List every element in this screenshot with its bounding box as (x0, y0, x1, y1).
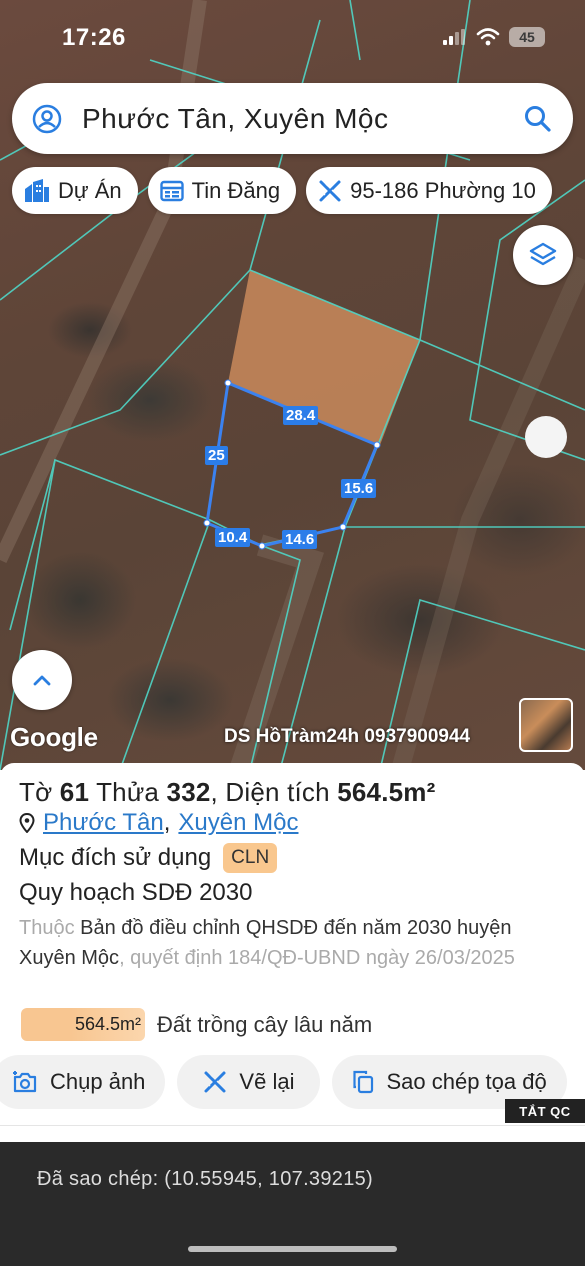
chip-label: Tin Đăng (191, 177, 281, 203)
chip-address[interactable]: 95-186 Phường 10 (306, 167, 552, 214)
layers-icon (529, 242, 557, 266)
location-pin-icon (19, 813, 35, 833)
status-time: 17:26 (62, 24, 126, 51)
action-bar: Chụp ảnh Vẽ lại Sao chép tọa độ (0, 1055, 567, 1109)
land-type-row: 564.5m² Đất trồng cây lâu năm (21, 1008, 372, 1041)
plan-title: Quy hoạch SDĐ 2030 (19, 879, 253, 906)
copy-icon (353, 1070, 374, 1094)
action-label: Chụp ảnh (50, 1069, 146, 1094)
dimension-label: 14.6 (282, 530, 318, 549)
chip-label: Dự Án (58, 177, 122, 203)
land-type: Đất trồng cây lâu năm (157, 1011, 373, 1037)
filter-chips: Dự Án Tin Đăng 95-186 Phường 10 (12, 167, 552, 214)
plan-description: Thuộc Bản đồ điều chỉnh QHSDĐ đến năm 20… (19, 917, 515, 969)
search-icon[interactable] (523, 104, 553, 134)
area-badge: 564.5m² (21, 1008, 145, 1041)
location-dot[interactable] (525, 416, 567, 458)
district-link[interactable]: Xuyên Mộc (178, 809, 298, 837)
ruler-icon (319, 180, 341, 201)
land-purpose: Mục đích sử dụng CLN (19, 843, 278, 873)
copied-toast: Đã sao chép: (10.55945, 107.39215) (0, 1142, 585, 1266)
divider (0, 1125, 585, 1143)
redraw-button[interactable]: Vẽ lại (177, 1055, 321, 1109)
chip-du-an[interactable]: Dự Án (12, 167, 138, 214)
expand-up-button[interactable] (12, 650, 72, 710)
user-icon[interactable] (32, 104, 62, 134)
chip-label: 95-186 Phường 10 (350, 177, 536, 203)
parcel-number: 332 (166, 777, 211, 807)
action-label: Vẽ lại (239, 1069, 295, 1094)
action-label: Sao chép tọa độ (386, 1069, 547, 1094)
toast-message: Đã sao chép: (10.55945, 107.39215) (37, 1168, 374, 1190)
location-line: Phước Tân, Xuyên Mộc (19, 809, 298, 837)
chevron-up-icon (33, 675, 51, 686)
map-view[interactable]: 28.4 25 15.6 10.4 14.6 17:26 45 Phước Tâ… (0, 0, 585, 770)
purpose-badge: CLN (223, 843, 278, 873)
google-logo: Google (10, 722, 98, 752)
listing-icon (159, 180, 184, 201)
camera-icon (13, 1071, 37, 1093)
dimension-label: 15.6 (341, 479, 377, 498)
parcel-title: Tờ 61 Thửa 332, Diện tích 564.5m² (19, 777, 436, 807)
status-icons: 45 (443, 27, 545, 47)
sheet-number: 61 (59, 777, 90, 807)
dimension-label: 10.4 (215, 528, 251, 547)
chip-tin-dang[interactable]: Tin Đăng (147, 167, 297, 214)
battery-icon: 45 (509, 27, 545, 47)
capture-button[interactable]: Chụp ảnh (0, 1055, 166, 1109)
home-indicator[interactable] (188, 1246, 397, 1252)
dimension-label: 25 (205, 446, 228, 465)
redraw-icon (204, 1071, 226, 1093)
dimension-label: 28.4 (283, 406, 319, 425)
hide-ads-button[interactable]: TẮT QC (505, 1099, 585, 1123)
signal-icon (443, 29, 465, 45)
search-input[interactable]: Phước Tân, Xuyên Mộc (82, 103, 523, 135)
ward-link[interactable]: Phước Tân (43, 809, 164, 837)
area-value: 564.5m² (337, 777, 436, 807)
watermark-text: DS HồTràm24h 0937900944 (224, 726, 471, 747)
streetview-thumbnail[interactable] (519, 698, 573, 752)
city-icon (25, 178, 49, 202)
layers-button[interactable] (513, 225, 573, 285)
search-bar[interactable]: Phước Tân, Xuyên Mộc (12, 83, 573, 154)
wifi-icon (476, 28, 500, 46)
